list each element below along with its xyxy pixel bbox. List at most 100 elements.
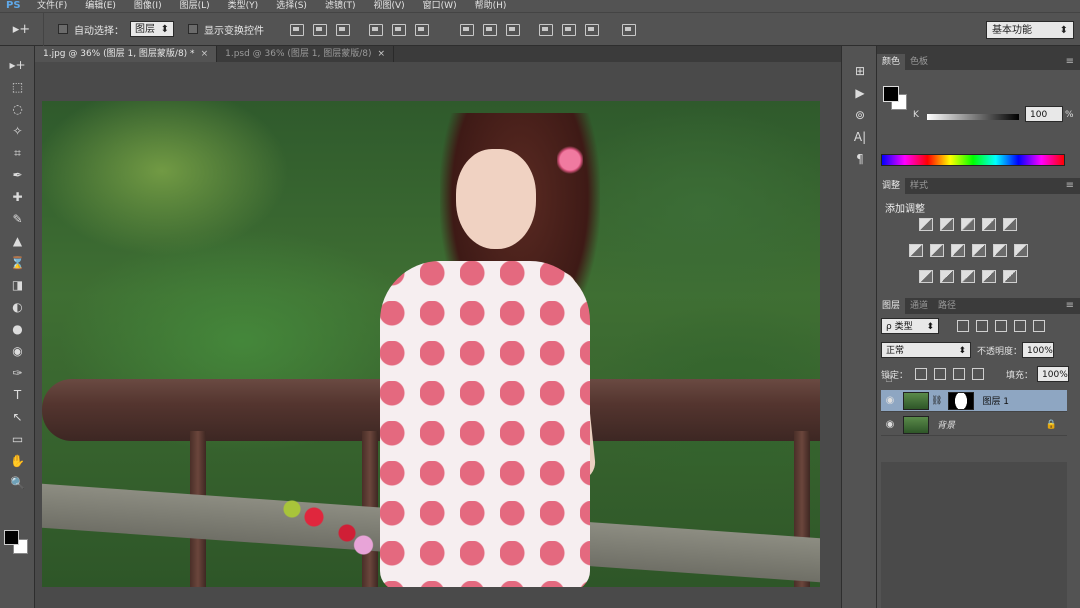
lock-pixels-icon[interactable] xyxy=(934,368,947,380)
dodge-tool-button[interactable]: ◉ xyxy=(0,340,35,362)
filter-adjustment-icon[interactable] xyxy=(976,320,988,332)
lasso-tool-button[interactable]: ◌ xyxy=(0,98,35,120)
filter-type-icon[interactable] xyxy=(995,320,1007,332)
history-panel-icon[interactable]: ⊞ xyxy=(842,60,878,82)
layer-mask-thumbnail[interactable] xyxy=(948,391,975,410)
canvas-area[interactable] xyxy=(35,62,841,608)
color-balance-icon[interactable] xyxy=(930,244,944,257)
color-lookup-icon[interactable] xyxy=(1014,244,1028,257)
align-vcenter-icon[interactable] xyxy=(309,21,329,37)
path-select-tool-button[interactable]: ↖ xyxy=(0,406,35,428)
tab-1-psd[interactable]: 1.psd @ 36% (图层 1, 图层蒙版/8) × xyxy=(217,46,395,62)
move-tool-button[interactable]: ▸+ xyxy=(0,54,35,76)
layer-name[interactable]: 图层 1 xyxy=(982,394,1009,407)
tab-channels[interactable]: 通道 xyxy=(905,298,933,314)
k-value-input[interactable]: 100 xyxy=(1025,106,1063,122)
stamp-tool-button[interactable]: ▲ xyxy=(0,230,35,252)
hue-saturation-icon[interactable] xyxy=(909,244,923,257)
menu-view[interactable]: 视图(V) xyxy=(364,0,413,12)
blend-mode-dropdown[interactable]: 正常 ⬍ xyxy=(881,342,971,358)
panel-menu-icon[interactable]: ≡ xyxy=(1066,300,1074,311)
black-white-icon[interactable] xyxy=(951,244,965,257)
filter-smart-object-icon[interactable] xyxy=(1033,320,1045,332)
actions-panel-icon[interactable]: ▶ xyxy=(842,82,878,104)
layer-row-layer1[interactable]: ◉ ⛓ 图层 1 xyxy=(881,390,1067,412)
align-top-icon[interactable] xyxy=(286,21,306,37)
filter-pixel-icon[interactable] xyxy=(957,320,969,332)
pen-tool-button[interactable]: ✑ xyxy=(0,362,35,384)
selective-color-icon[interactable] xyxy=(982,270,996,283)
tab-styles[interactable]: 样式 xyxy=(905,178,933,194)
menu-image[interactable]: 图像(I) xyxy=(125,0,171,12)
panel-menu-icon[interactable]: ≡ xyxy=(1066,180,1074,191)
menu-edit[interactable]: 编辑(E) xyxy=(76,0,125,12)
history-brush-tool-button[interactable]: ⌛ xyxy=(0,252,35,274)
menu-help[interactable]: 帮助(H) xyxy=(466,0,516,12)
character-panel-icon[interactable]: A| xyxy=(842,126,878,148)
crop-tool-button[interactable]: ⌗ xyxy=(0,142,35,164)
photo-filter-icon[interactable] xyxy=(972,244,986,257)
layer-name[interactable]: 背景 xyxy=(937,418,955,431)
eye-icon[interactable]: ◉ xyxy=(881,395,899,406)
lock-transparent-icon[interactable] xyxy=(915,368,928,380)
auto-align-icon[interactable] xyxy=(618,21,638,37)
invert-icon[interactable] xyxy=(919,270,933,283)
color-swatches[interactable] xyxy=(4,530,30,556)
distribute-vcenter-icon[interactable] xyxy=(479,21,499,37)
properties-panel-icon[interactable]: ⊚ xyxy=(842,104,878,126)
close-icon[interactable]: × xyxy=(201,49,209,59)
distribute-top-icon[interactable] xyxy=(456,21,476,37)
distribute-right-icon[interactable] xyxy=(581,21,601,37)
menu-filter[interactable]: 滤镜(T) xyxy=(316,0,365,12)
align-right-icon[interactable] xyxy=(411,21,431,37)
eyedropper-tool-button[interactable]: ✒ xyxy=(0,164,35,186)
menu-layer[interactable]: 图层(L) xyxy=(171,0,219,12)
tab-1-jpg[interactable]: 1.jpg @ 36% (图层 1, 图层蒙版/8) * × xyxy=(35,46,218,62)
fill-input[interactable]: 100% xyxy=(1037,366,1070,382)
eye-icon[interactable]: ◉ xyxy=(881,419,899,430)
hand-tool-button[interactable]: ✋ xyxy=(0,450,35,472)
distribute-bottom-icon[interactable] xyxy=(502,21,522,37)
exposure-icon[interactable] xyxy=(982,218,996,231)
distribute-left-icon[interactable] xyxy=(535,21,555,37)
gradient-map-icon[interactable] xyxy=(1003,270,1017,283)
type-tool-button[interactable]: T xyxy=(0,384,35,406)
menu-window[interactable]: 窗口(W) xyxy=(414,0,466,12)
brightness-icon[interactable] xyxy=(919,218,933,231)
panel-menu-icon[interactable]: ≡ xyxy=(1066,56,1074,67)
lock-position-icon[interactable] xyxy=(953,368,966,380)
menu-type[interactable]: 类型(Y) xyxy=(219,0,268,12)
menu-select[interactable]: 选择(S) xyxy=(267,0,316,12)
align-left-icon[interactable] xyxy=(365,21,385,37)
tab-swatches[interactable]: 色板 xyxy=(905,54,933,70)
distribute-hcenter-icon[interactable] xyxy=(558,21,578,37)
move-tool-icon[interactable]: ▸+ xyxy=(0,12,44,46)
threshold-icon[interactable] xyxy=(961,270,975,283)
shape-tool-button[interactable]: ▭ xyxy=(0,428,35,450)
layer-filter-dropdown[interactable]: ρ 类型 ⬍ xyxy=(881,318,939,334)
quick-select-tool-button[interactable]: ✧ xyxy=(0,120,35,142)
opacity-input[interactable]: 100% xyxy=(1022,342,1055,358)
posterize-icon[interactable] xyxy=(940,270,954,283)
align-bottom-icon[interactable] xyxy=(332,21,352,37)
link-icon[interactable]: ⛓ xyxy=(931,396,942,406)
vibrance-icon[interactable] xyxy=(1003,218,1017,231)
color-spectrum[interactable] xyxy=(881,154,1065,166)
foreground-color-swatch[interactable] xyxy=(4,530,19,545)
tab-adjustments[interactable]: 调整 xyxy=(877,178,906,194)
paragraph-panel-icon[interactable]: ¶ xyxy=(842,148,878,170)
eraser-tool-button[interactable]: ◨ xyxy=(0,274,35,296)
foreground-color-swatch[interactable] xyxy=(883,86,899,102)
marquee-tool-button[interactable]: ⬚ xyxy=(0,76,35,98)
curves-icon[interactable] xyxy=(961,218,975,231)
show-transform-checkbox[interactable] xyxy=(188,24,198,34)
gradient-tool-button[interactable]: ◐ xyxy=(0,296,35,318)
k-slider[interactable] xyxy=(927,114,1019,120)
lock-all-icon[interactable] xyxy=(972,368,985,380)
tab-paths[interactable]: 路径 xyxy=(933,298,961,314)
brush-tool-button[interactable]: ✎ xyxy=(0,208,35,230)
channel-mixer-icon[interactable] xyxy=(993,244,1007,257)
tab-layers[interactable]: 图层 xyxy=(877,298,906,314)
filter-shape-icon[interactable] xyxy=(1014,320,1026,332)
align-hcenter-icon[interactable] xyxy=(388,21,408,37)
